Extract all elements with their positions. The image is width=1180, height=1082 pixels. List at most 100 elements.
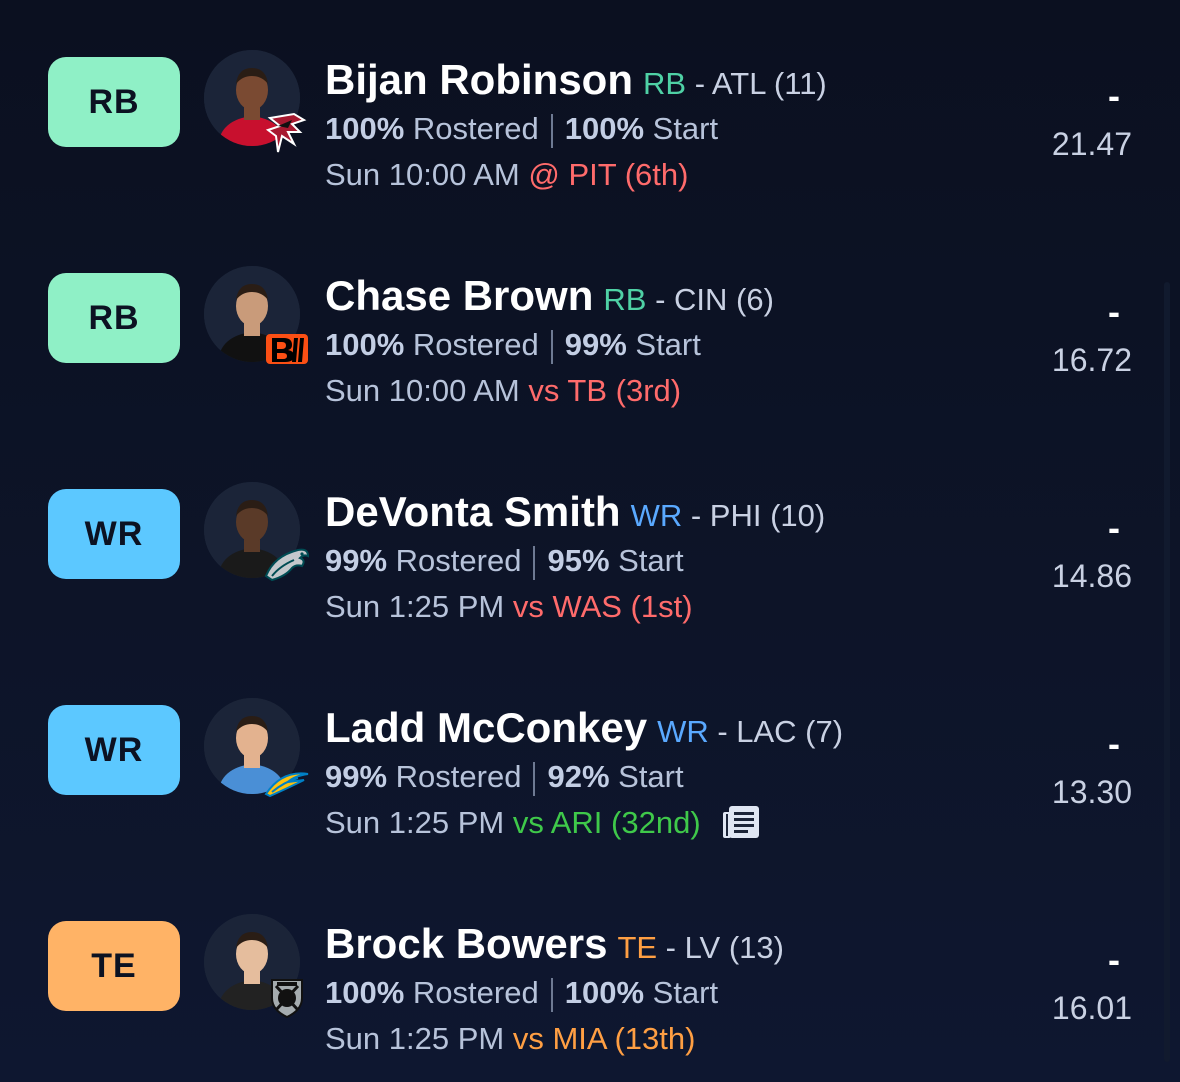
ownership-stats: 100% Rostered 100% Start [325, 108, 1005, 150]
falcons-logo-icon [264, 110, 310, 156]
player-info: DeVonta Smith WR - PHI (10) 99% Rostered 95… [325, 488, 1005, 628]
fantasy-points: - [1108, 939, 1120, 980]
player-avatar-group[interactable] [204, 914, 310, 1022]
rostered-percent: 99% [325, 759, 388, 794]
rostered-label: Rostered [412, 327, 539, 362]
matchup: vs TB (3rd) [528, 373, 682, 408]
player-row[interactable]: WR DeVonta Smith WR - PHI (10) 99% Rostered… [0, 432, 1180, 648]
team-info: - CIN (6) [646, 282, 774, 317]
player-name[interactable]: Chase Brown [325, 272, 593, 319]
start-percent: 99% [564, 327, 627, 362]
stat-divider [533, 761, 536, 796]
player-name-line: Chase Brown RB - CIN (6) [325, 272, 1005, 320]
matchup: @ PIT (6th) [528, 157, 689, 192]
position-tag: TE [617, 930, 658, 965]
position-badge[interactable]: WR [48, 705, 180, 795]
game-time: Sun 1:25 PM [325, 805, 505, 840]
projected-points: 13.30 [1051, 774, 1132, 810]
game-info: Sun 1:25 PM vs WAS (1st) [325, 586, 1005, 628]
game-time: Sun 10:00 AM [325, 157, 520, 192]
rostered-label: Rostered [395, 759, 522, 794]
fantasy-points: - [1108, 291, 1120, 332]
position-badge[interactable]: TE [48, 921, 180, 1011]
score-column: - 13.30 [1012, 724, 1132, 811]
rostered-percent: 100% [325, 111, 405, 146]
game-time: Sun 1:25 PM [325, 1021, 505, 1056]
ownership-stats: 99% Rostered 92% Start [325, 756, 1005, 798]
stat-divider [550, 329, 553, 364]
scrollbar[interactable] [1164, 282, 1170, 1062]
player-name[interactable]: Ladd McConkey [325, 704, 647, 751]
player-avatar-group[interactable] [204, 482, 310, 590]
team-info: - PHI (10) [682, 498, 826, 533]
position-badge[interactable]: RB [48, 273, 180, 363]
projected-points: 14.86 [1051, 558, 1132, 594]
position-badge[interactable]: RB [48, 57, 180, 147]
game-time: Sun 1:25 PM [325, 589, 505, 624]
raiders-logo-icon [264, 974, 310, 1020]
player-info: Chase Brown RB - CIN (6) 100% Rostered 99% … [325, 272, 1005, 412]
player-info: Bijan Robinson RB - ATL (11) 100% Rostered… [325, 56, 1005, 196]
fantasy-points: - [1108, 507, 1120, 548]
fantasy-points: - [1108, 723, 1120, 764]
score-column: - 21.47 [1012, 76, 1132, 163]
stat-divider [533, 545, 536, 580]
start-label: Start [652, 111, 719, 146]
player-name-line: DeVonta Smith WR - PHI (10) [325, 488, 1005, 536]
bengals-logo-icon [264, 326, 310, 372]
player-name[interactable]: Bijan Robinson [325, 56, 633, 103]
stat-divider [550, 113, 553, 148]
eagles-logo-icon [264, 542, 310, 588]
player-avatar-group[interactable] [204, 266, 310, 374]
projected-points: 16.72 [1051, 342, 1132, 378]
rostered-label: Rostered [412, 975, 539, 1010]
game-time: Sun 10:00 AM [325, 373, 520, 408]
start-percent: 100% [564, 111, 645, 146]
game-info: Sun 10:00 AM vs TB (3rd) [325, 370, 1005, 412]
game-info: Sun 1:25 PM vs ARI (32nd) [325, 802, 1005, 844]
ownership-stats: 100% Rostered 100% Start [325, 972, 1005, 1014]
player-row[interactable]: WR Ladd McConkey WR - LAC (7) 99% Rostered 9… [0, 648, 1180, 864]
position-tag: WR [630, 498, 683, 533]
news-icon[interactable] [722, 804, 761, 840]
position-badge[interactable]: WR [48, 489, 180, 579]
player-avatar-group[interactable] [204, 50, 310, 158]
team-info: - LAC (7) [708, 714, 844, 749]
rostered-percent: 100% [325, 975, 405, 1010]
matchup: vs WAS (1st) [512, 589, 693, 624]
rostered-label: Rostered [412, 111, 539, 146]
position-tag: RB [603, 282, 647, 317]
start-percent: 95% [547, 543, 610, 578]
rostered-percent: 99% [325, 543, 388, 578]
player-row[interactable]: RB Chase Brown RB - CIN (6) 100% Rostered 99… [0, 216, 1180, 432]
team-info: - ATL (11) [686, 66, 827, 101]
stat-divider [550, 977, 553, 1012]
start-label: Start [618, 543, 684, 578]
player-avatar-group[interactable] [204, 698, 310, 806]
roster-list: RB Bijan Robinson RB - ATL (11) 100% Roster… [0, 0, 1180, 1082]
player-name[interactable]: DeVonta Smith [325, 488, 621, 535]
player-info: Brock Bowers TE - LV (13) 100% Rostered 100… [325, 920, 1005, 1060]
projected-points: 16.01 [1051, 990, 1132, 1026]
player-row[interactable]: RB Bijan Robinson RB - ATL (11) 100% Roster… [0, 0, 1180, 216]
matchup: vs MIA (13th) [512, 1021, 696, 1056]
ownership-stats: 99% Rostered 95% Start [325, 540, 1005, 582]
chargers-logo-icon [264, 758, 310, 804]
fantasy-points: - [1108, 75, 1120, 116]
player-name[interactable]: Brock Bowers [325, 920, 607, 967]
score-column: - 16.01 [1012, 940, 1132, 1027]
game-info: Sun 10:00 AM @ PIT (6th) [325, 154, 1005, 196]
start-label: Start [652, 975, 719, 1010]
projected-points: 21.47 [1051, 126, 1132, 162]
player-name-line: Bijan Robinson RB - ATL (11) [325, 56, 1005, 104]
player-row[interactable]: TE Brock Bowers TE - LV (13) 100% Rostered 1… [0, 864, 1180, 1080]
start-label: Start [635, 327, 701, 362]
player-name-line: Ladd McConkey WR - LAC (7) [325, 704, 1005, 752]
ownership-stats: 100% Rostered 99% Start [325, 324, 1005, 366]
start-percent: 92% [547, 759, 610, 794]
score-column: - 14.86 [1012, 508, 1132, 595]
start-label: Start [618, 759, 684, 794]
position-tag: RB [643, 66, 687, 101]
rostered-percent: 100% [325, 327, 405, 362]
player-name-line: Brock Bowers TE - LV (13) [325, 920, 1005, 968]
